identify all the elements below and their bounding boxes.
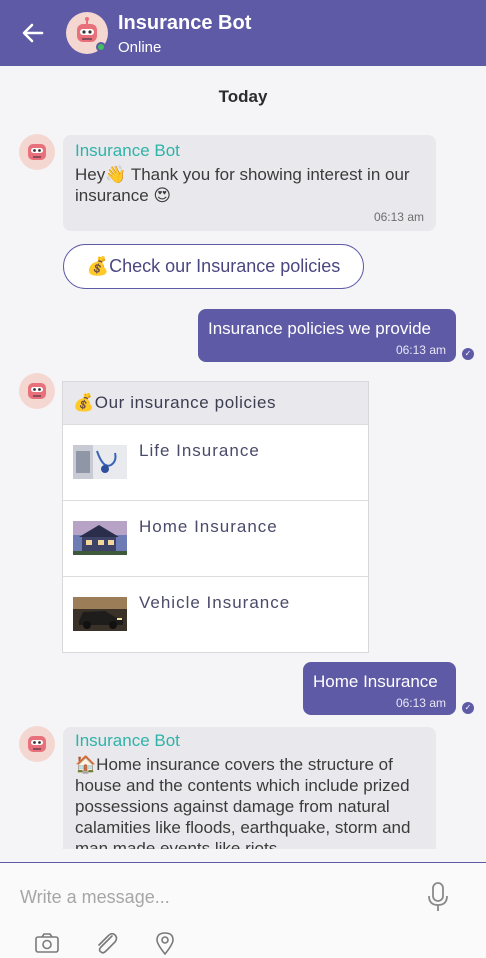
user-message: Home Insurance 06:13 am (303, 662, 456, 715)
bot-message: Insurance Bot 🏠Home insurance covers the… (63, 727, 436, 849)
sender-name: Insurance Bot (75, 731, 180, 750)
item-label: Life Insurance (139, 441, 260, 460)
policy-item-vehicle[interactable]: Vehicle Insurance (63, 576, 368, 652)
robot-icon (28, 144, 46, 160)
read-check-icon: ✓ (462, 702, 474, 714)
attachment-icon[interactable] (94, 931, 120, 955)
message-composer (0, 862, 486, 958)
user-message: Insurance policies we provide 06:13 am (198, 309, 456, 362)
message-text: Insurance policies we provide (208, 319, 432, 338)
online-indicator (96, 42, 106, 52)
message-text: 🏠Home insurance covers the structure of … (75, 755, 411, 849)
message-input[interactable] (20, 883, 400, 911)
robot-icon (28, 383, 46, 399)
car-image (73, 597, 127, 631)
message-time: 06:13 am (373, 210, 424, 224)
house-image (73, 521, 127, 555)
sender-name: Insurance Bot (75, 141, 180, 160)
bot-avatar (19, 726, 55, 762)
item-label: Vehicle Insurance (139, 593, 291, 612)
policies-card: 💰Our insurance policies Life Insurance H… (62, 381, 369, 653)
location-pin-icon[interactable] (152, 931, 178, 955)
quick-reply-button[interactable]: 💰Check our Insurance policies (63, 244, 364, 289)
microphone-icon[interactable] (426, 881, 450, 913)
policy-item-life[interactable]: Life Insurance (63, 424, 368, 500)
back-arrow-icon[interactable] (20, 20, 46, 46)
camera-icon[interactable] (34, 931, 60, 955)
chat-title: Insurance Bot (118, 12, 252, 34)
message-text: Home Insurance (313, 672, 438, 691)
bot-message: Insurance Bot Hey👋 Thank you for showing… (63, 135, 436, 231)
stethoscope-laptop-image (73, 445, 127, 479)
policy-item-home[interactable]: Home Insurance (63, 500, 368, 576)
robot-icon (28, 736, 46, 752)
bot-avatar (19, 373, 55, 409)
chat-status: Online (118, 39, 162, 56)
bot-avatar (19, 134, 55, 170)
date-separator: Today (218, 87, 268, 106)
card-title: 💰Our insurance policies (63, 382, 368, 424)
message-text: Hey👋 Thank you for showing interest in o… (75, 165, 410, 205)
chat-header: Insurance Bot Online (0, 0, 486, 66)
message-time: 06:13 am (395, 696, 446, 710)
item-label: Home Insurance (139, 517, 278, 536)
read-check-icon: ✓ (462, 348, 474, 360)
message-time: 06:13 am (395, 343, 446, 357)
